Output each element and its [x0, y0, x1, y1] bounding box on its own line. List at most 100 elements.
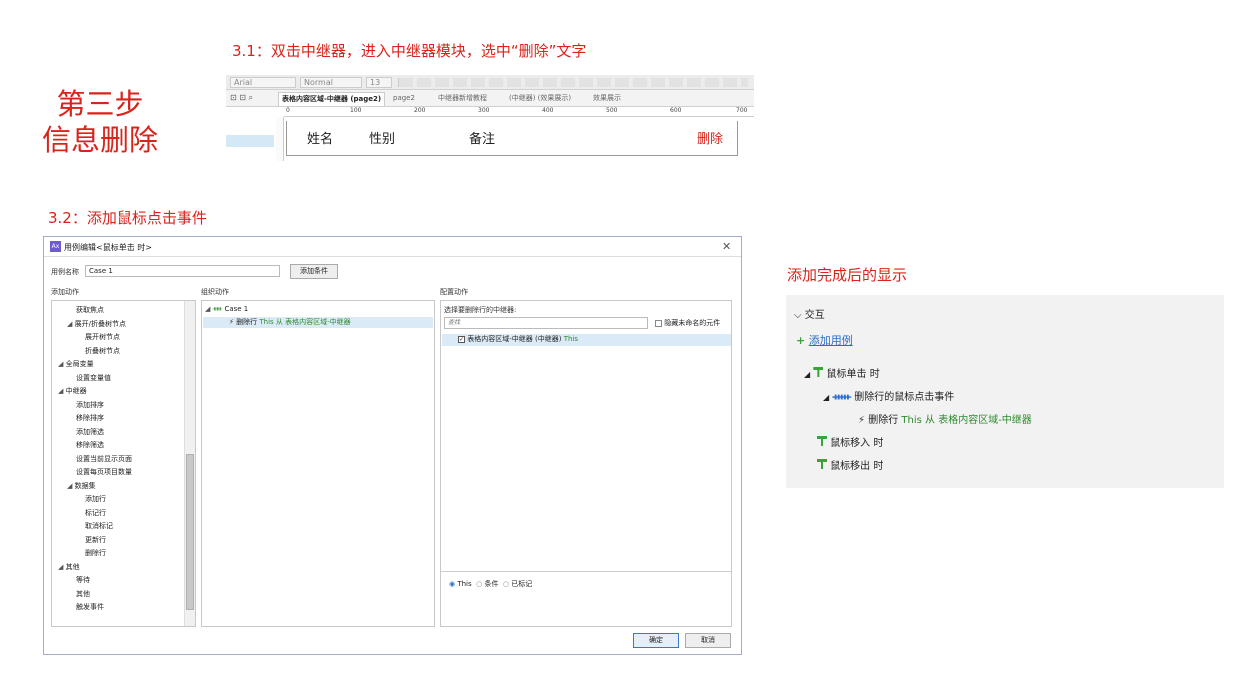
action-tree-item[interactable]: 折叠树节点 — [85, 346, 120, 356]
action-tree-item[interactable]: ◢ 展开/折叠树节点 — [67, 319, 126, 329]
chevron-down-icon: ⌵ — [794, 310, 802, 321]
radio-this[interactable]: ◉ This — [449, 580, 472, 588]
action-tree-item[interactable]: ◢ 中继器 — [58, 386, 87, 396]
scroll-thumb[interactable] — [186, 454, 194, 610]
expand-arrow-icon[interactable]: ◢ — [58, 387, 66, 395]
cursor-icon — [817, 459, 827, 469]
selected-strip — [226, 135, 274, 147]
checkbox[interactable] — [655, 319, 662, 327]
checked-checkbox[interactable]: ✓ — [458, 335, 465, 343]
radio-marked[interactable]: ○ 已标记 — [503, 580, 532, 588]
lightning-icon: ⚡ — [229, 318, 234, 326]
action-tree-item[interactable]: 添加行 — [85, 494, 106, 504]
action-tree-label: 其他 — [65, 562, 80, 571]
action-tree-item[interactable]: 触发事件 — [76, 602, 104, 612]
action-tree-item[interactable]: 其他 — [76, 589, 90, 599]
target-radio-group: ◉ This ○ 条件 ○ 已标记 — [449, 579, 532, 589]
expand-arrow-icon[interactable]: ◢ — [67, 482, 75, 490]
repeater-row[interactable]: 姓名 性别 备注 删除 — [286, 121, 738, 156]
case-node[interactable]: ◢ ᚔ 删除行的鼠标点击事件 — [823, 388, 954, 403]
organize-action-panel: ◢ ᚔ Case 1 ⚡ 删除行 This 从 表格内容区域-中继器 — [201, 300, 435, 627]
cursor-icon — [813, 367, 824, 377]
action-tree-item[interactable]: 更新行 — [85, 535, 106, 545]
vertical-ruler — [276, 117, 284, 161]
nav-icons[interactable]: ⊡ ⊡ ⌕ — [230, 93, 253, 103]
configure-action-panel: 选择要删除行的中继器: 隐藏未命名的元件 ✓ 表格内容区域-中继器 (中继器) … — [440, 300, 732, 627]
action-tree-item[interactable]: ◢ 其他 — [58, 562, 80, 572]
action-tree-item[interactable]: 设置变量值 — [76, 373, 111, 383]
hide-unnamed-label: 隐藏未命名的元件 — [664, 319, 721, 327]
action-detail: This 从 表格内容区域-中继器 — [901, 415, 1032, 426]
case-node-label: Case 1 — [224, 305, 249, 313]
case-name-input[interactable]: Case 1 — [85, 265, 280, 277]
style-dropdown[interactable]: Normal — [300, 77, 362, 88]
action-tree-label: 折叠树节点 — [85, 346, 120, 355]
ruler-tick: 0 — [286, 107, 290, 114]
repeater-editor-screenshot: Arial Normal 13 ⊡ ⊡ ⌕ 表格内容区域-中继器 (page2)… — [226, 75, 754, 161]
action-tree-label: 触发事件 — [76, 603, 104, 611]
event-click[interactable]: ◢ 鼠标单击 时 — [804, 365, 880, 380]
horizontal-ruler: 0 100 200 300 400 500 600 700 — [284, 107, 754, 117]
action-tree-item[interactable]: ◢ 全局变量 — [58, 359, 94, 369]
action-tree-label: 设置变量值 — [76, 373, 111, 382]
action-tree-label: 展开/折叠树节点 — [74, 319, 126, 328]
action-tree-item[interactable]: 取消标记 — [85, 521, 113, 531]
tab-demo[interactable]: 效果展示 — [590, 92, 624, 106]
action-node-delete-row[interactable]: ⚡ 删除行 This 从 表格内容区域-中继器 — [203, 317, 433, 328]
hide-unnamed-option[interactable]: 隐藏未命名的元件 — [655, 318, 720, 328]
action-tree-label: 展开树节点 — [85, 333, 120, 341]
configure-action-header: 配置动作 — [440, 288, 468, 296]
action-tree-item[interactable]: 获取焦点 — [76, 305, 104, 315]
dialog-title: 用例编辑<鼠标单击 时> — [64, 243, 152, 252]
cancel-button[interactable]: 取消 — [685, 633, 731, 648]
size-dropdown[interactable]: 13 — [366, 77, 392, 88]
close-icon[interactable]: ✕ — [722, 240, 731, 253]
action-tree-label: 移除筛选 — [76, 441, 104, 449]
radio-condition[interactable]: ○ 条件 — [476, 580, 498, 588]
action-tree-item[interactable]: 移除排序 — [76, 413, 104, 423]
action-tree-label: 获取焦点 — [76, 306, 104, 314]
divider — [441, 571, 731, 572]
event-click-label: 鼠标单击 时 — [826, 369, 880, 380]
action-tree-item[interactable]: 添加排序 — [76, 400, 104, 410]
expand-arrow-icon[interactable]: ◢ — [58, 360, 66, 368]
action-tree-item[interactable]: 设置当前显示页面 — [76, 454, 132, 464]
event-mouse-enter[interactable]: 鼠标移入 时 — [817, 434, 883, 449]
cell-note: 备注 — [469, 132, 496, 147]
search-input[interactable] — [444, 317, 648, 329]
plus-icon: + — [796, 334, 806, 347]
delete-text[interactable]: 删除 — [697, 128, 723, 147]
action-tree-item[interactable]: 标记行 — [85, 508, 106, 518]
add-case-link[interactable]: + 添加用例 — [796, 332, 853, 348]
action-tree-item[interactable]: 设置每页项目数量 — [76, 467, 132, 477]
add-condition-button[interactable]: 添加条件 — [290, 264, 338, 279]
action-tree-item[interactable]: ◢ 数据集 — [67, 481, 96, 491]
tab-repeater-tutorial[interactable]: 中继器新增教程 — [435, 92, 490, 106]
action-tree-label: 移除排序 — [76, 414, 104, 422]
case-node[interactable]: ◢ ᚔ Case 1 — [205, 305, 248, 313]
ok-button[interactable]: 确定 — [633, 633, 679, 648]
action-tree-item[interactable]: 添加筛选 — [76, 427, 104, 437]
action-tree-item[interactable]: 等待 — [76, 575, 90, 585]
repeater-target-item[interactable]: ✓ 表格内容区域-中继器 (中继器) This — [442, 334, 731, 346]
dialog-titlebar: Ax 用例编辑<鼠标单击 时> ✕ — [44, 237, 741, 257]
section-interaction[interactable]: ⌵ 交互 — [794, 306, 825, 321]
toolbar-buttons[interactable] — [398, 78, 748, 87]
cell-name: 姓名 — [307, 132, 334, 147]
event-mouse-leave[interactable]: 鼠标移出 时 — [817, 457, 883, 472]
action-tree-item[interactable]: 展开树节点 — [85, 332, 120, 342]
action-tree-item[interactable]: 删除行 — [85, 548, 106, 558]
ruler-tick: 700 — [736, 107, 748, 114]
expand-arrow-icon[interactable]: ◢ — [58, 563, 66, 571]
action-node[interactable]: ⚡ 删除行 This 从 表格内容区域-中继器 — [858, 411, 1032, 426]
action-tree-label: 设置每页项目数量 — [76, 468, 132, 476]
action-tree-item[interactable]: 移除筛选 — [76, 440, 104, 450]
tab-repeater-page2[interactable]: 表格内容区域-中继器 (page2) — [278, 92, 386, 106]
tab-repeater-demo[interactable]: (中继器) (效果展示) — [506, 92, 574, 106]
action-scrollbar[interactable] — [184, 301, 195, 626]
caption-3-1: 3.1：双击中继器，进入中继器模块，选中“删除”文字 — [232, 42, 587, 60]
tab-page2[interactable]: page2 — [390, 92, 418, 106]
lightning-icon: ⚡ — [858, 415, 866, 426]
font-dropdown[interactable]: Arial — [230, 77, 296, 88]
expand-arrow-icon[interactable]: ◢ — [67, 320, 75, 328]
